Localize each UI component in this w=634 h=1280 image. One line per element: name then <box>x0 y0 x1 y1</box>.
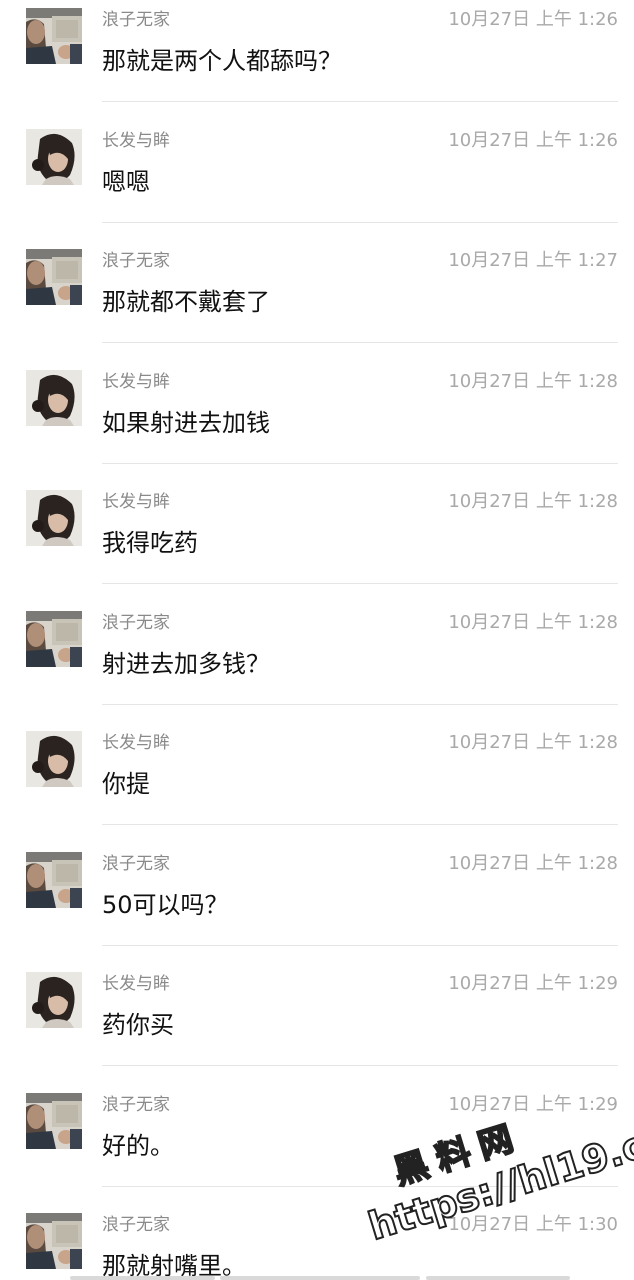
message-row[interactable]: 长发与眸 10月27日 上午 1:28 如果射进去加钱 <box>0 362 634 482</box>
sender-name[interactable]: 长发与眸 <box>102 972 170 996</box>
avatar[interactable] <box>26 249 82 305</box>
message-text[interactable]: 那就是两个人都舔吗？ <box>102 44 342 78</box>
sender-name[interactable]: 长发与眸 <box>102 731 170 755</box>
sender-name[interactable]: 浪子无家 <box>102 1213 170 1237</box>
message-row[interactable]: 长发与眸 10月27日 上午 1:28 你提 <box>0 723 634 843</box>
message-row[interactable]: 长发与眸 10月27日 上午 1:28 我得吃药 <box>0 482 634 602</box>
sender-name[interactable]: 浪子无家 <box>102 611 170 635</box>
message-divider <box>102 342 618 343</box>
message-row[interactable]: 浪子无家 10月27日 上午 1:28 射进去加多钱？ <box>0 603 634 723</box>
message-time: 10月27日 上午 1:29 <box>448 973 618 994</box>
message-text[interactable]: 药你买 <box>102 1008 174 1042</box>
message-divider <box>102 704 618 705</box>
message-row[interactable]: 长发与眸 10月27日 上午 1:29 药你买 <box>0 964 634 1084</box>
message-time: 10月27日 上午 1:26 <box>448 130 618 151</box>
message-time: 10月27日 上午 1:28 <box>448 853 618 874</box>
sender-name[interactable]: 长发与眸 <box>102 370 170 394</box>
avatar[interactable] <box>26 731 82 787</box>
avatar[interactable] <box>26 129 82 185</box>
avatar[interactable] <box>26 490 82 546</box>
avatar[interactable] <box>26 370 82 426</box>
avatar[interactable] <box>26 972 82 1028</box>
message-row[interactable]: 浪子无家 10月27日 上午 1:29 好的。 <box>0 1085 634 1205</box>
sender-name[interactable]: 浪子无家 <box>102 852 170 876</box>
message-time: 10月27日 上午 1:30 <box>448 1214 618 1235</box>
message-text[interactable]: 我得吃药 <box>102 526 198 560</box>
message-row[interactable]: 浪子无家 10月27日 上午 1:27 那就都不戴套了 <box>0 241 634 361</box>
message-text[interactable]: 你提 <box>102 767 150 801</box>
sender-name[interactable]: 浪子无家 <box>102 249 170 273</box>
sender-name[interactable]: 长发与眸 <box>102 129 170 153</box>
chat-message-list[interactable]: 浪子无家 10月27日 上午 1:30 那就射嘴里。 浪子无家 10月27日 上午 1:… <box>0 0 634 1280</box>
message-time: 10月27日 上午 1:26 <box>448 9 618 30</box>
message-text[interactable]: 好的。 <box>102 1129 174 1163</box>
message-row[interactable]: 浪子无家 10月27日 上午 1:30 那就射嘴里。 <box>0 1205 634 1280</box>
message-time: 10月27日 上午 1:28 <box>448 732 618 753</box>
message-time: 10月27日 上午 1:28 <box>448 491 618 512</box>
message-divider <box>102 222 618 223</box>
sender-name[interactable]: 长发与眸 <box>102 490 170 514</box>
scroll-indicator <box>70 1276 570 1280</box>
message-divider <box>102 824 618 825</box>
message-text[interactable]: 那就都不戴套了 <box>102 285 270 319</box>
sender-name[interactable]: 浪子无家 <box>102 8 170 32</box>
message-time: 10月27日 上午 1:27 <box>448 250 618 271</box>
sender-name[interactable]: 浪子无家 <box>102 1093 170 1117</box>
avatar[interactable] <box>26 1093 82 1149</box>
avatar[interactable] <box>26 8 82 64</box>
message-time: 10月27日 上午 1:28 <box>448 371 618 392</box>
message-divider <box>102 101 618 102</box>
message-divider <box>102 583 618 584</box>
message-divider <box>102 1065 618 1066</box>
message-time: 10月27日 上午 1:29 <box>448 1094 618 1115</box>
message-row[interactable]: 浪子无家 10月27日 上午 1:28 50可以吗？ <box>0 844 634 964</box>
message-text[interactable]: 射进去加多钱？ <box>102 647 270 681</box>
message-divider <box>102 463 618 464</box>
message-text[interactable]: 50可以吗？ <box>102 888 229 922</box>
message-time: 10月27日 上午 1:28 <box>448 612 618 633</box>
avatar[interactable] <box>26 852 82 908</box>
avatar[interactable] <box>26 611 82 667</box>
message-divider <box>102 1186 618 1187</box>
message-text[interactable]: 嗯嗯 <box>102 165 150 199</box>
message-row[interactable]: 长发与眸 10月27日 上午 1:26 嗯嗯 <box>0 121 634 241</box>
message-text[interactable]: 如果射进去加钱 <box>102 406 270 440</box>
message-row[interactable]: 浪子无家 10月27日 上午 1:26 那就是两个人都舔吗？ <box>0 0 634 120</box>
avatar[interactable] <box>26 1213 82 1269</box>
message-divider <box>102 945 618 946</box>
